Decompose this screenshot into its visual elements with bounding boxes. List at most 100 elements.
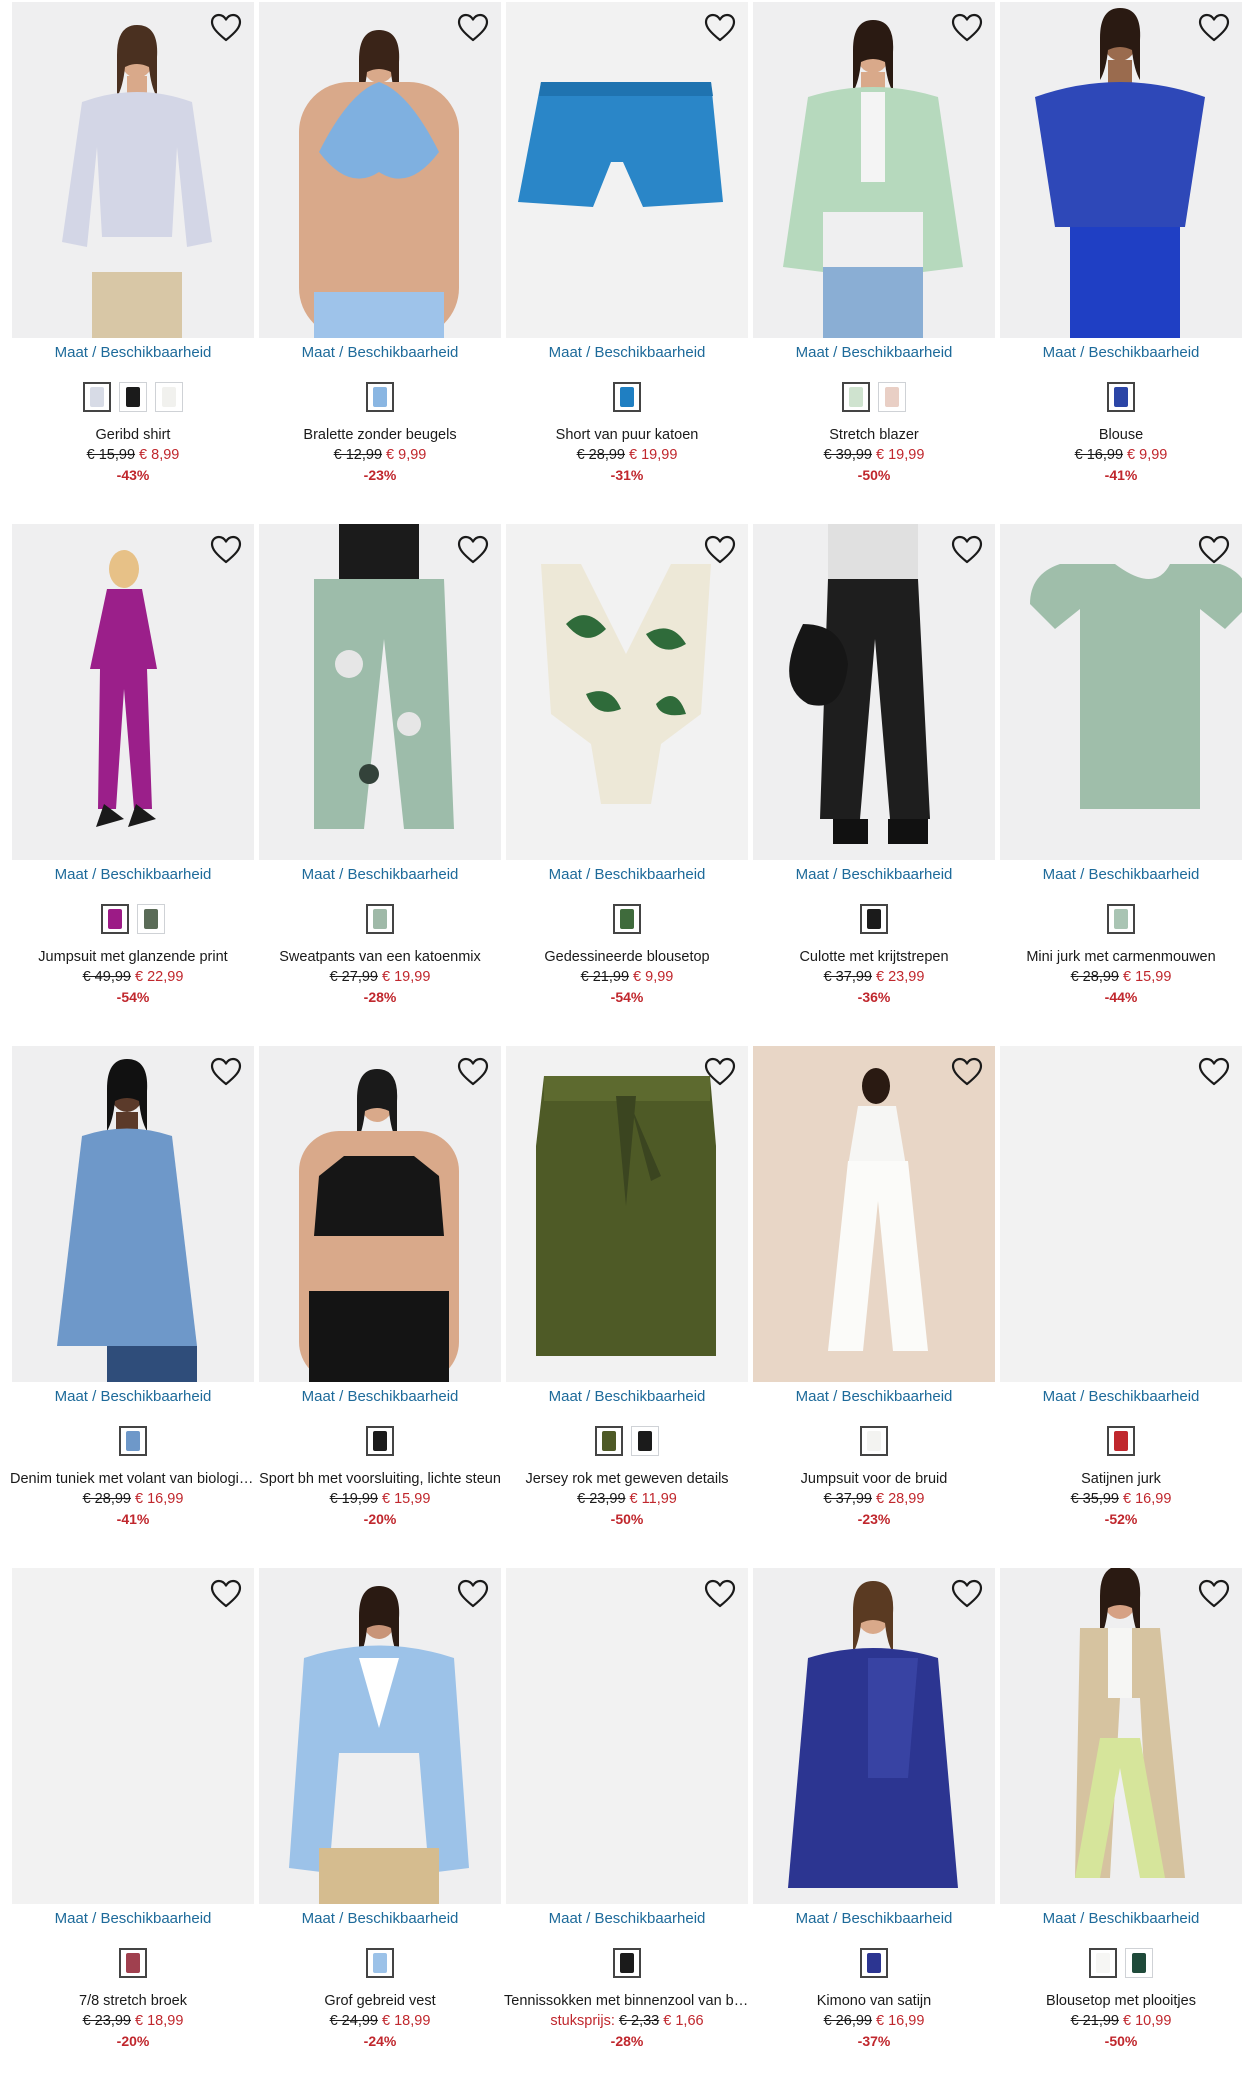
color-swatch[interactable] [101,904,129,934]
size-availability-link[interactable]: Maat / Beschikbaarheid [259,1910,501,1927]
wishlist-heart-icon[interactable] [1196,532,1232,568]
size-availability-link[interactable]: Maat / Beschikbaarheid [506,1910,748,1927]
product-image[interactable] [259,524,501,860]
product-title[interactable]: Jumpsuit voor de bruid [751,1471,997,1487]
color-swatch[interactable] [842,382,870,412]
color-swatch[interactable] [860,904,888,934]
product-title[interactable]: Blousetop met plooitjes [998,1993,1244,2009]
wishlist-heart-icon[interactable] [702,10,738,46]
product-card[interactable]: Maat / Beschikbaarheid Sport bh met voor… [259,1046,501,1546]
product-image[interactable] [753,524,995,860]
product-card[interactable]: Maat / Beschikbaarheid Jersey rok met ge… [506,1046,748,1546]
size-availability-link[interactable]: Maat / Beschikbaarheid [259,1388,501,1405]
product-image[interactable] [259,1046,501,1382]
product-title[interactable]: Bralette zonder beugels [257,427,503,443]
product-card[interactable]: Maat / Beschikbaarheid Sweatpants van ee… [259,524,501,1024]
color-swatch[interactable] [83,382,111,412]
size-availability-link[interactable]: Maat / Beschikbaarheid [259,344,501,361]
product-image[interactable] [1000,2,1242,338]
wishlist-heart-icon[interactable] [949,1054,985,1090]
color-swatch[interactable] [595,1426,623,1456]
size-availability-link[interactable]: Maat / Beschikbaarheid [753,866,995,883]
size-availability-link[interactable]: Maat / Beschikbaarheid [12,866,254,883]
product-card[interactable]: Maat / Beschikbaarheid Kimono van satijn… [753,1568,995,2068]
product-image[interactable] [259,1568,501,1904]
color-swatch[interactable] [137,904,165,934]
product-image[interactable] [506,1568,748,1904]
color-swatch[interactable] [366,1426,394,1456]
product-title[interactable]: Tennissokken met binnenzool van badstof [504,1993,750,2009]
wishlist-heart-icon[interactable] [702,1054,738,1090]
size-availability-link[interactable]: Maat / Beschikbaarheid [506,866,748,883]
size-availability-link[interactable]: Maat / Beschikbaarheid [506,344,748,361]
product-card[interactable]: Maat / Beschikbaarheid Grof gebreid vest… [259,1568,501,2068]
wishlist-heart-icon[interactable] [208,1054,244,1090]
product-card[interactable]: Maat / Beschikbaarheid Geribd shirt € 15… [12,2,254,502]
product-title[interactable]: Culotte met krijtstrepen [751,949,997,965]
product-title[interactable]: Gedessineerde blousetop [504,949,750,965]
wishlist-heart-icon[interactable] [702,1576,738,1612]
color-swatch[interactable] [860,1426,888,1456]
product-card[interactable]: Maat / Beschikbaarheid Culotte met krijt… [753,524,995,1024]
wishlist-heart-icon[interactable] [1196,1576,1232,1612]
wishlist-heart-icon[interactable] [949,532,985,568]
wishlist-heart-icon[interactable] [455,532,491,568]
color-swatch[interactable] [631,1426,659,1456]
wishlist-heart-icon[interactable] [949,10,985,46]
product-image[interactable] [259,2,501,338]
product-card[interactable]: Maat / Beschikbaarheid Satijnen jurk € 3… [1000,1046,1242,1546]
size-availability-link[interactable]: Maat / Beschikbaarheid [12,1910,254,1927]
product-image[interactable] [1000,524,1242,860]
product-card[interactable]: Maat / Beschikbaarheid 7/8 stretch broek… [12,1568,254,2068]
size-availability-link[interactable]: Maat / Beschikbaarheid [1000,1910,1242,1927]
wishlist-heart-icon[interactable] [208,10,244,46]
product-image[interactable] [753,1046,995,1382]
size-availability-link[interactable]: Maat / Beschikbaarheid [1000,866,1242,883]
size-availability-link[interactable]: Maat / Beschikbaarheid [12,1388,254,1405]
product-card[interactable]: Maat / Beschikbaarheid Stretch blazer € … [753,2,995,502]
color-swatch[interactable] [1125,1948,1153,1978]
product-image[interactable] [753,1568,995,1904]
size-availability-link[interactable]: Maat / Beschikbaarheid [506,1388,748,1405]
size-availability-link[interactable]: Maat / Beschikbaarheid [753,1910,995,1927]
wishlist-heart-icon[interactable] [702,532,738,568]
size-availability-link[interactable]: Maat / Beschikbaarheid [753,344,995,361]
color-swatch[interactable] [366,1948,394,1978]
wishlist-heart-icon[interactable] [1196,1054,1232,1090]
wishlist-heart-icon[interactable] [208,532,244,568]
product-card[interactable]: Maat / Beschikbaarheid Denim tuniek met … [10,1046,256,1546]
wishlist-heart-icon[interactable] [455,1054,491,1090]
product-title[interactable]: Denim tuniek met volant van biologisch k… [10,1471,256,1487]
color-swatch[interactable] [155,382,183,412]
product-title[interactable]: Grof gebreid vest [257,1993,503,2009]
product-title[interactable]: Kimono van satijn [751,1993,997,2009]
product-image[interactable] [12,2,254,338]
product-title[interactable]: Blouse [998,427,1244,443]
product-card[interactable]: Maat / Beschikbaarheid Short van puur ka… [506,2,748,502]
product-title[interactable]: 7/8 stretch broek [10,1993,256,2009]
color-swatch[interactable] [366,382,394,412]
product-card[interactable]: Maat / Beschikbaarheid Blousetop met plo… [1000,1568,1242,2068]
color-swatch[interactable] [1089,1948,1117,1978]
color-swatch[interactable] [366,904,394,934]
size-availability-link[interactable]: Maat / Beschikbaarheid [753,1388,995,1405]
product-image[interactable] [1000,1568,1242,1904]
wishlist-heart-icon[interactable] [455,1576,491,1612]
color-swatch[interactable] [1107,904,1135,934]
wishlist-heart-icon[interactable] [208,1576,244,1612]
product-card[interactable]: Maat / Beschikbaarheid Gedessineerde blo… [506,524,748,1024]
product-title[interactable]: Sweatpants van een katoenmix [257,949,503,965]
product-image[interactable] [753,2,995,338]
color-swatch[interactable] [119,1426,147,1456]
product-image[interactable] [506,1046,748,1382]
product-title[interactable]: Stretch blazer [751,427,997,443]
product-image[interactable] [506,2,748,338]
product-image[interactable] [12,524,254,860]
product-card[interactable]: Maat / Beschikbaarheid Bralette zonder b… [259,2,501,502]
wishlist-heart-icon[interactable] [455,10,491,46]
product-title[interactable]: Sport bh met voorsluiting, lichte steun [257,1471,503,1487]
product-card[interactable]: Maat / Beschikbaarheid Blouse € 16,99 € … [1000,2,1242,502]
wishlist-heart-icon[interactable] [1196,10,1232,46]
size-availability-link[interactable]: Maat / Beschikbaarheid [1000,344,1242,361]
color-swatch[interactable] [119,1948,147,1978]
